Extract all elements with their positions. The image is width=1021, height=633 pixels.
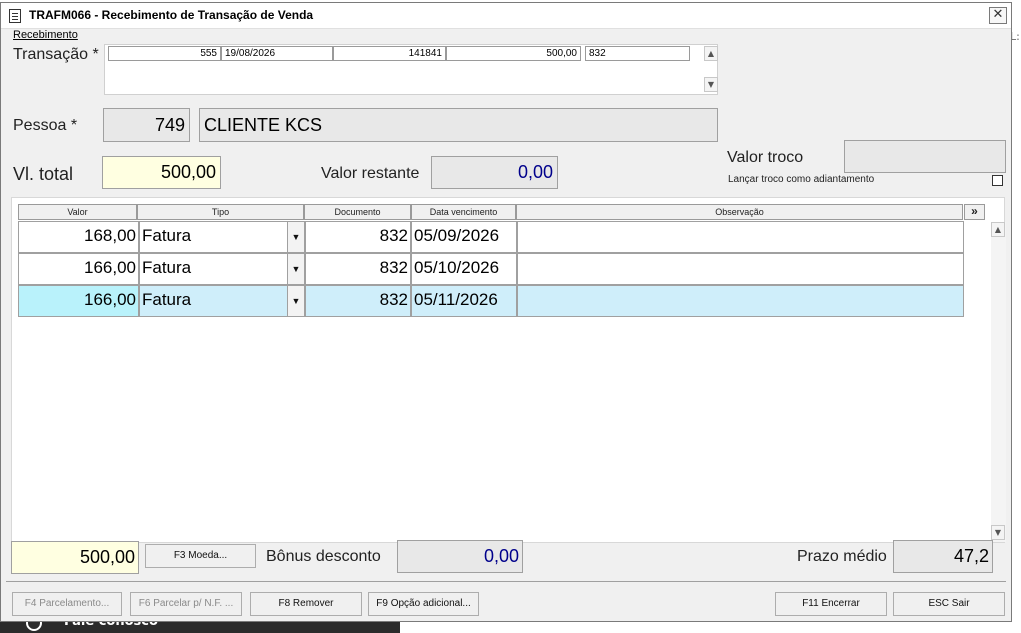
- valor-troco-field[interactable]: [844, 140, 1006, 173]
- cell-observacao[interactable]: [517, 253, 964, 285]
- opcao-adicional-button[interactable]: F9 Opção adicional...: [368, 592, 479, 616]
- title-bar[interactable]: TRAFM066 - Recebimento de Transação de V…: [1, 3, 1011, 29]
- group-label-recebimento: Recebimento: [13, 29, 78, 41]
- cell-tipo: Fatura: [142, 226, 192, 245]
- transacao-valor[interactable]: 500,00: [446, 46, 581, 61]
- cell-observacao[interactable]: [517, 221, 964, 253]
- valor-restante-field: 0,00: [431, 156, 558, 189]
- expand-columns-button[interactable]: »: [964, 204, 985, 220]
- sair-button[interactable]: ESC Sair: [893, 592, 1005, 616]
- encerrar-button[interactable]: F11 Encerrar: [775, 592, 887, 616]
- lancar-troco-checkbox[interactable]: [992, 175, 1003, 186]
- cell-data-vencimento[interactable]: 05/10/2026: [411, 253, 517, 285]
- cell-documento[interactable]: 832: [305, 285, 411, 317]
- cell-data-vencimento[interactable]: 05/11/2026: [411, 285, 517, 317]
- cell-tipo: Fatura: [142, 258, 192, 277]
- transacao-numero[interactable]: 555: [108, 46, 221, 61]
- transacao-codigo[interactable]: 141841: [333, 46, 446, 61]
- chevron-down-icon[interactable]: ▼: [287, 286, 304, 316]
- footer-divider: [6, 581, 1006, 582]
- moeda-button[interactable]: F3 Moeda...: [145, 544, 256, 568]
- col-header-data-vencimento[interactable]: Data vencimento: [411, 204, 516, 220]
- prazo-medio-field: 47,2: [893, 540, 993, 573]
- cell-valor[interactable]: 166,00: [18, 285, 139, 317]
- bonus-desconto-label: Bônus desconto: [266, 548, 381, 565]
- cell-tipo: Fatura: [142, 290, 192, 309]
- valor-troco-label: Valor troco: [727, 149, 804, 166]
- cell-observacao[interactable]: [517, 285, 964, 317]
- valor-restante-label: Valor restante: [321, 165, 420, 182]
- transacao-data[interactable]: 19/08/2026: [221, 46, 333, 61]
- cell-tipo-combo[interactable]: Fatura ▼: [139, 221, 305, 253]
- pessoa-label: Pessoa *: [13, 117, 78, 134]
- bonus-desconto-field: 0,00: [397, 540, 523, 573]
- prazo-medio-label: Prazo médio: [797, 548, 887, 565]
- grid-scroll-up-icon[interactable]: ▲: [991, 222, 1005, 237]
- lancar-troco-label: Lançar troco como adiantamento: [728, 174, 875, 185]
- col-header-documento[interactable]: Documento: [304, 204, 411, 220]
- cell-valor[interactable]: 168,00: [18, 221, 139, 253]
- remover-button[interactable]: F8 Remover: [250, 592, 362, 616]
- total-parcelas-field: 500,00: [11, 541, 139, 574]
- chevron-down-icon[interactable]: ▼: [287, 222, 304, 252]
- cell-documento[interactable]: 832: [305, 253, 411, 285]
- cell-valor[interactable]: 166,00: [18, 253, 139, 285]
- transacao-documento[interactable]: 832: [585, 46, 690, 61]
- document-icon: [9, 9, 21, 23]
- grid-scrollbar[interactable]: ▲ ▼: [991, 222, 1006, 542]
- col-header-tipo[interactable]: Tipo: [137, 204, 304, 220]
- transacao-scroll-down-icon[interactable]: ▼: [704, 77, 718, 92]
- cell-documento[interactable]: 832: [305, 221, 411, 253]
- col-header-valor[interactable]: Valor: [18, 204, 137, 220]
- chevron-down-icon[interactable]: ▼: [287, 254, 304, 284]
- valor-total-label: Vl. total: [13, 164, 74, 184]
- cell-tipo-combo[interactable]: Fatura ▼: [139, 253, 305, 285]
- dialog-window: TRAFM066 - Recebimento de Transação de V…: [0, 2, 1012, 622]
- valor-total-field[interactable]: 500,00: [102, 156, 221, 189]
- cell-tipo-combo[interactable]: Fatura ▼: [139, 285, 305, 317]
- cell-data-vencimento[interactable]: 05/09/2026: [411, 221, 517, 253]
- pessoa-nome-field[interactable]: CLIENTE KCS: [199, 108, 718, 142]
- parcelar-nf-button[interactable]: F6 Parcelar p/ N.F. ...: [130, 592, 242, 616]
- grid-scroll-down-icon[interactable]: ▼: [991, 525, 1005, 540]
- window-title: TRAFM066 - Recebimento de Transação de V…: [29, 8, 314, 22]
- col-header-observacao[interactable]: Observação: [516, 204, 963, 220]
- close-button[interactable]: ✕: [989, 7, 1007, 24]
- transacao-scroll-up-icon[interactable]: ▲: [704, 46, 718, 61]
- transacao-label: Transação *: [13, 46, 99, 63]
- pessoa-codigo-field[interactable]: 749: [103, 108, 190, 142]
- parcelamento-button[interactable]: F4 Parcelamento...: [12, 592, 122, 616]
